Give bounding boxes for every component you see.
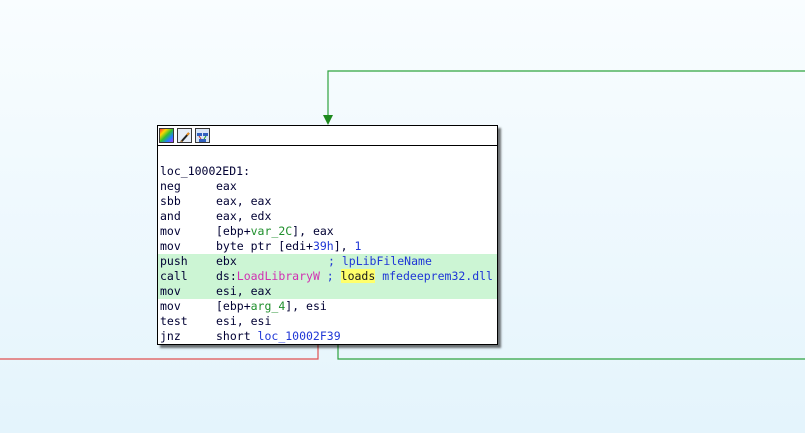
instruction-line[interactable]: mov byte ptr [edi+39h], 1: [158, 239, 497, 254]
stack-variable[interactable]: var_2C: [251, 224, 293, 238]
mnemonic: mov: [160, 284, 181, 298]
operand-suffix: ],: [333, 239, 355, 253]
instruction-line-highlighted[interactable]: push ebx; lpLibFileName: [158, 254, 497, 269]
instruction-line[interactable]: mov [ebp+var_2C], eax: [158, 224, 497, 239]
mnemonic: jnz: [160, 329, 181, 343]
operands: eax: [216, 179, 237, 193]
comment-separator: ;: [319, 269, 341, 283]
true-branch-edge[interactable]: [337, 345, 805, 360]
basic-block-node[interactable]: loc_10002ED1: neg eax sbb eax, eax and eax,…: [157, 125, 498, 345]
mnemonic: mov: [160, 224, 181, 238]
comment: lpLibFileName: [341, 254, 432, 268]
disassembly-listing[interactable]: loc_10002ED1: neg eax sbb eax, eax and eax,…: [158, 146, 497, 344]
instruction-line[interactable]: sbb eax, eax: [158, 194, 497, 209]
mnemonic: neg: [160, 179, 181, 193]
operand-prefix: [ebp+: [216, 299, 251, 313]
operands: ebx: [216, 254, 237, 268]
edit-pencil-icon[interactable]: [177, 128, 192, 143]
instruction-line[interactable]: test esi, esi: [158, 314, 497, 329]
false-branch-edge[interactable]: [0, 345, 319, 360]
instruction-line-highlighted[interactable]: mov esi, eax: [158, 284, 497, 299]
immediate-value: 39h: [312, 239, 334, 253]
operand-suffix: ], esi: [285, 299, 327, 313]
mnemonic: sbb: [160, 194, 181, 208]
block-label[interactable]: loc_10002ED1:: [158, 164, 497, 179]
operands: eax, edx: [216, 209, 272, 223]
comment-separator: ;: [328, 254, 342, 268]
node-toolbar: [158, 126, 497, 146]
mnemonic: mov: [160, 299, 181, 313]
mnemonic: call: [160, 269, 188, 283]
instruction-line[interactable]: and eax, edx: [158, 209, 497, 224]
operands: esi, eax: [216, 284, 272, 298]
operand-prefix: byte ptr [edi+: [216, 239, 313, 253]
stack-variable[interactable]: arg_4: [251, 299, 286, 313]
instruction-line[interactable]: neg eax: [158, 179, 497, 194]
operands: eax, eax: [216, 194, 272, 208]
instruction-line[interactable]: jnz short loc_10002F39: [158, 329, 497, 344]
graph-view-icon[interactable]: [195, 128, 210, 143]
instruction-line-highlighted[interactable]: call ds:LoadLibraryW ; loads mfedeeprem32…: [158, 269, 497, 284]
mnemonic: and: [160, 209, 181, 223]
comment-highlighted-word: loads: [340, 269, 376, 283]
color-palette-icon[interactable]: [159, 128, 174, 143]
mnemonic: push: [160, 254, 188, 268]
location-label[interactable]: loc_10002ED1:: [160, 164, 250, 178]
operands: esi, esi: [216, 314, 272, 328]
mnemonic: mov: [160, 239, 181, 253]
operand-prefix: ds:: [216, 269, 237, 283]
operand-prefix: short: [216, 329, 258, 343]
comment: mfedeeprem32.dll: [375, 269, 493, 283]
incoming-edge[interactable]: [327, 70, 805, 117]
imported-function[interactable]: LoadLibraryW: [237, 269, 320, 283]
incoming-edge-arrowhead: [323, 115, 333, 125]
immediate-value: 1: [354, 239, 362, 253]
jump-target-label[interactable]: loc_10002F39: [258, 329, 341, 343]
operand-suffix: ], eax: [292, 224, 334, 238]
instruction-line[interactable]: mov [ebp+arg_4], esi: [158, 299, 497, 314]
mnemonic: test: [160, 314, 188, 328]
operand-prefix: [ebp+: [216, 224, 251, 238]
